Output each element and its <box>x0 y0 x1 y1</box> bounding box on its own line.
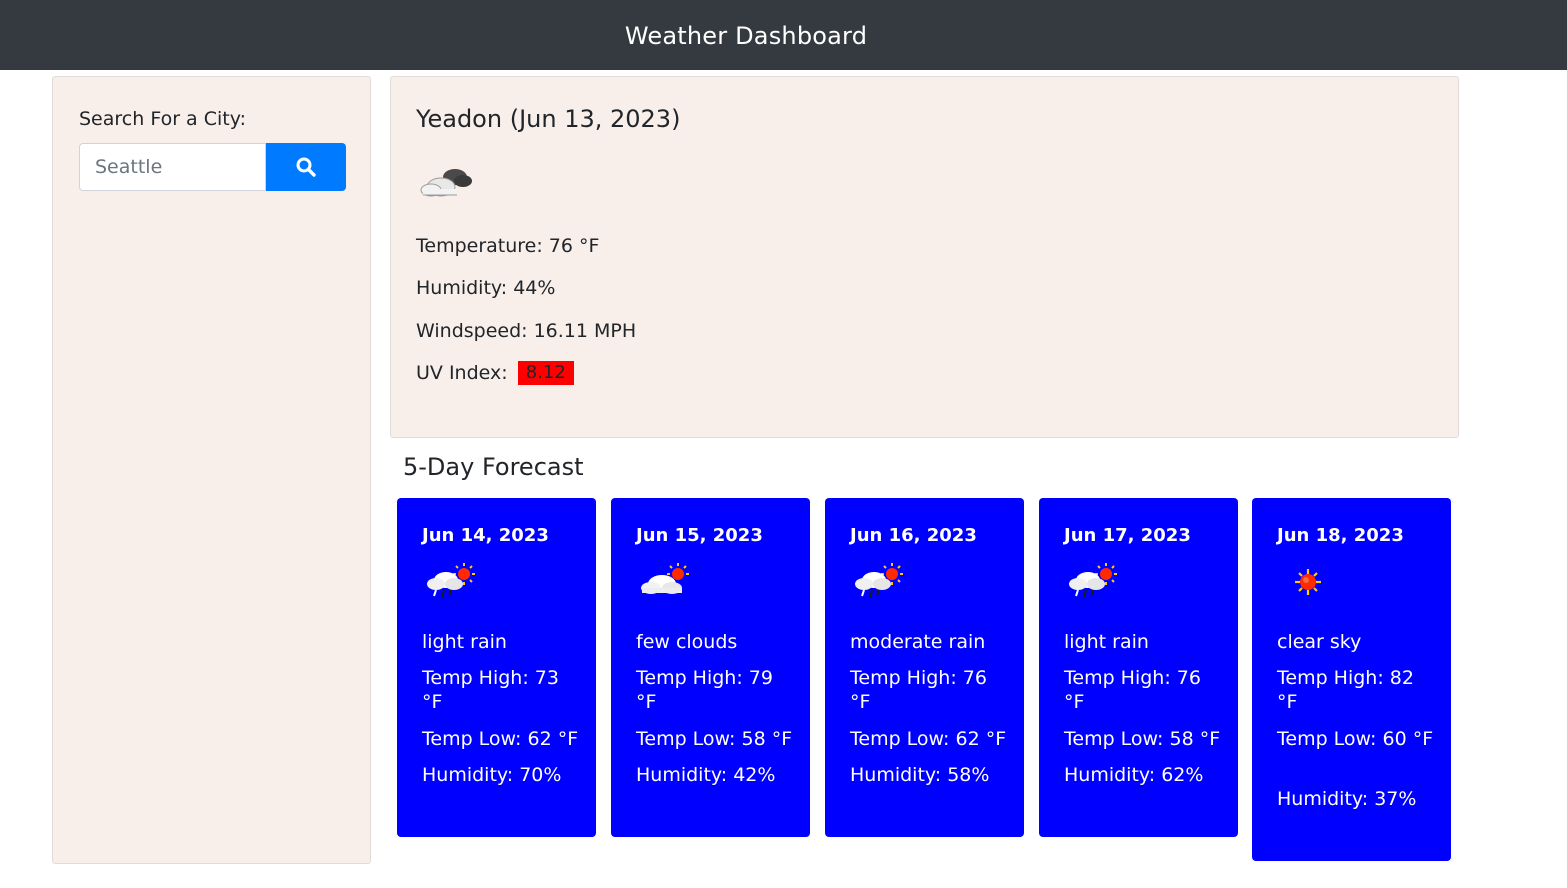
forecast-date: Jun 15, 2023 <box>636 525 763 546</box>
rain-sun-icon <box>852 562 904 606</box>
forecast-card: Jun 16, 2023 moderate rain Temp High: 76… <box>825 498 1024 837</box>
forecast-temp-high: Temp High: 82 °F <box>1277 667 1414 713</box>
forecast-description: clear sky <box>1277 631 1362 653</box>
forecast-card: Jun 14, 2023 light rain Temp High: 73 °F… <box>397 498 596 837</box>
current-humidity: Humidity: 44% <box>416 277 556 299</box>
forecast-card: Jun 17, 2023 light rain Temp High: 76 °F… <box>1039 498 1238 837</box>
cloudy-icon <box>419 163 475 207</box>
forecast-temp-low: Temp Low: 58 °F <box>1064 728 1221 750</box>
forecast-description: moderate rain <box>850 631 986 653</box>
forecast-date: Jun 18, 2023 <box>1277 525 1404 546</box>
forecast-date: Jun 14, 2023 <box>422 525 549 546</box>
rain-sun-icon <box>424 562 476 606</box>
forecast-temp-high: Temp High: 79 °F <box>636 667 773 713</box>
forecast-temp-low: Temp Low: 58 °F <box>636 728 793 750</box>
forecast-title: 5-Day Forecast <box>403 453 584 481</box>
forecast-temp-high: Temp High: 76 °F <box>1064 667 1201 713</box>
search-icon <box>296 157 316 177</box>
search-button[interactable] <box>266 143 346 191</box>
forecast-date: Jun 16, 2023 <box>850 525 977 546</box>
search-panel: Search For a City: <box>52 76 371 864</box>
forecast-description: light rain <box>422 631 507 653</box>
forecast-date: Jun 17, 2023 <box>1064 525 1191 546</box>
forecast-humidity: Humidity: 58% <box>850 764 990 786</box>
forecast-temp-high: Temp High: 76 °F <box>850 667 987 713</box>
sun-cloud-icon <box>638 562 690 606</box>
current-weather-card: Yeadon (Jun 13, 2023) Temperature: 76 °F… <box>390 76 1459 438</box>
forecast-humidity: Humidity: 42% <box>636 764 776 786</box>
current-uv-row: UV Index: 8.12 <box>416 360 574 386</box>
uv-label: UV Index: <box>416 362 508 384</box>
page-title: Weather Dashboard <box>624 22 868 50</box>
forecast-card: Jun 15, 2023 few clouds Temp High: 79 °F… <box>611 498 810 837</box>
current-city-heading: Yeadon (Jun 13, 2023) <box>416 105 681 133</box>
sun-icon <box>1279 562 1331 606</box>
forecast-description: light rain <box>1064 631 1149 653</box>
forecast-card: Jun 18, 2023 clear sky Temp High: 82 °F … <box>1252 498 1451 861</box>
header-bar: Weather Dashboard <box>0 0 1567 70</box>
search-label: Search For a City: <box>79 108 246 130</box>
forecast-temp-low: Temp Low: 62 °F <box>422 728 579 750</box>
forecast-temp-high: Temp High: 73 °F <box>422 667 559 713</box>
forecast-humidity: Humidity: 37% <box>1277 788 1417 810</box>
forecast-humidity: Humidity: 62% <box>1064 764 1204 786</box>
forecast-temp-low: Temp Low: 62 °F <box>850 728 1007 750</box>
uv-index-badge: 8.12 <box>517 361 574 385</box>
city-search-input[interactable] <box>79 143 266 191</box>
current-temperature: Temperature: 76 °F <box>416 235 600 257</box>
forecast-temp-low: Temp Low: 60 °F <box>1277 728 1434 750</box>
current-windspeed: Windspeed: 16.11 MPH <box>416 320 637 342</box>
rain-sun-icon <box>1066 562 1118 606</box>
forecast-humidity: Humidity: 70% <box>422 764 562 786</box>
forecast-description: few clouds <box>636 631 738 653</box>
